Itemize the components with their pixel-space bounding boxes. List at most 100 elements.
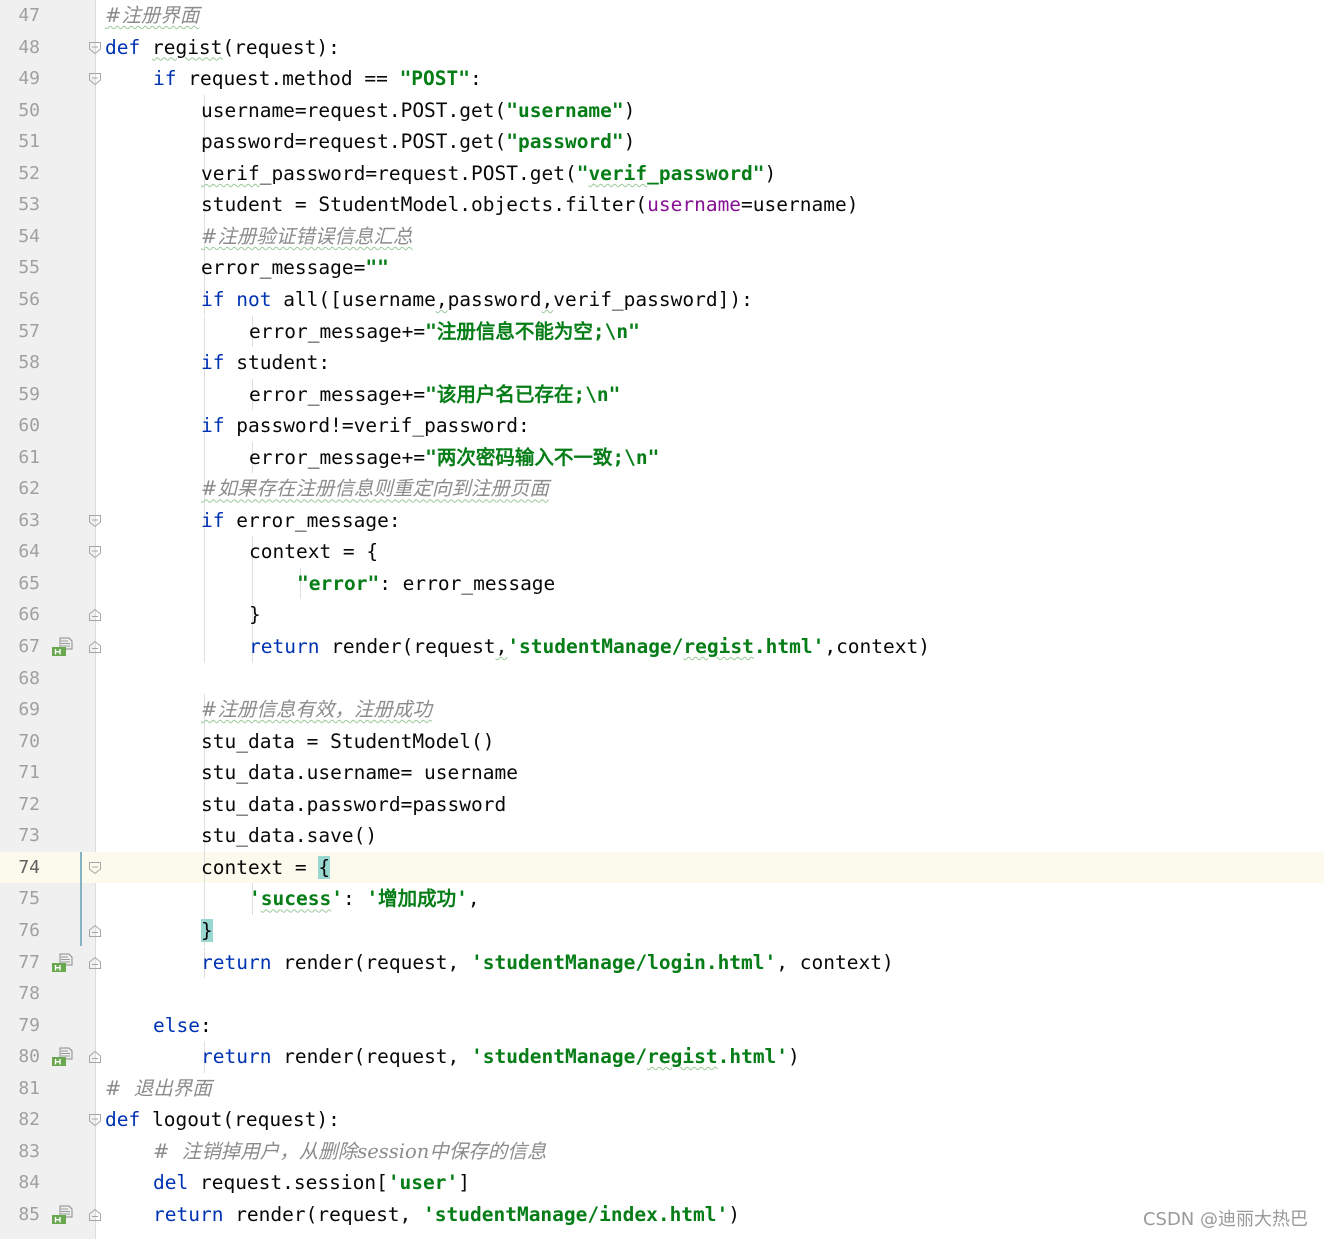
fold-open-icon[interactable] — [88, 1113, 102, 1127]
code-line[interactable]: 52 verif_password=request.POST.get("verif… — [0, 157, 1324, 190]
code-text[interactable]: error_message+="该用户名已存在;\n" — [249, 379, 620, 411]
fold-open-icon[interactable] — [88, 41, 102, 55]
code-line[interactable]: 55 error_message="" — [0, 252, 1324, 284]
code-text[interactable]: stu_data.username= username — [201, 757, 518, 789]
html-template-icon[interactable] — [51, 637, 73, 657]
code-text[interactable]: if password!=verif_password: — [201, 410, 530, 442]
code-text[interactable]: #注册信息有效，注册成功 — [201, 694, 432, 726]
fold-close-icon[interactable] — [88, 1208, 102, 1222]
gutter-cell[interactable]: 81 — [0, 1073, 95, 1105]
code-text[interactable]: if request.method == "POST": — [153, 63, 482, 95]
code-text[interactable]: 'sucess': '增加成功', — [249, 883, 480, 915]
fold-close-icon[interactable] — [88, 640, 102, 654]
code-text[interactable]: return render(request, 'studentManage/in… — [153, 1199, 740, 1231]
code-text[interactable]: stu_data.save() — [201, 820, 377, 852]
code-text[interactable]: } — [201, 915, 213, 947]
code-line[interactable]: 49 if request.method == "POST": — [0, 63, 1324, 95]
code-line[interactable]: 67 return render(request,'studentManage/r… — [0, 631, 1324, 663]
gutter-cell[interactable]: 61 — [0, 442, 95, 474]
fold-open-icon[interactable] — [88, 514, 102, 528]
gutter-cell[interactable]: 59 — [0, 379, 95, 411]
code-line[interactable]: 78 — [0, 978, 1324, 1010]
fold-close-icon[interactable] — [88, 1050, 102, 1064]
code-line[interactable]: 80 return render(request, 'studentManage/… — [0, 1041, 1324, 1073]
code-text[interactable]: } — [249, 599, 261, 631]
code-line[interactable]: 77 return render(request, 'studentManage/… — [0, 946, 1324, 979]
gutter-cell[interactable]: 63 — [0, 505, 101, 537]
code-line[interactable]: 60 if password!=verif_password: — [0, 410, 1324, 442]
code-text[interactable]: if student: — [201, 347, 330, 379]
gutter-cell[interactable]: 62 — [0, 473, 95, 505]
gutter-cell[interactable]: 69 — [0, 694, 95, 726]
code-line[interactable]: 50 username=request.POST.get("username") — [0, 94, 1324, 127]
code-text[interactable]: return render(request, 'studentManage/lo… — [201, 947, 894, 979]
fold-open-icon[interactable] — [88, 545, 102, 559]
code-line[interactable]: 56 if not all([username,password,verif_pa… — [0, 283, 1324, 316]
code-line[interactable]: 82 def logout(request): — [0, 1104, 1324, 1136]
html-template-icon[interactable] — [51, 1205, 73, 1225]
code-text[interactable]: if error_message: — [201, 505, 401, 537]
gutter-cell[interactable]: 60 — [0, 410, 95, 442]
code-line[interactable]: 64 context = { — [0, 536, 1324, 568]
code-text[interactable]: else: — [153, 1010, 212, 1042]
code-line[interactable]: 48 def regist(request): — [0, 32, 1324, 64]
fold-open-icon[interactable] — [88, 861, 102, 875]
gutter-cell[interactable]: 85 — [0, 1199, 101, 1231]
gutter-cell[interactable]: 48 — [0, 32, 101, 64]
gutter-cell[interactable]: 65 — [0, 568, 95, 600]
code-text[interactable]: # 退出界面 — [105, 1073, 212, 1105]
code-text[interactable]: #注册界面 — [105, 0, 199, 32]
gutter-cell[interactable]: 53 — [0, 189, 95, 221]
code-line[interactable]: 57 error_message+="注册信息不能为空;\n" — [0, 315, 1324, 348]
gutter-cell[interactable]: 64 — [0, 536, 101, 568]
gutter-cell[interactable]: 57 — [0, 316, 95, 348]
gutter-cell[interactable]: 83 — [0, 1136, 95, 1168]
gutter-cell[interactable]: 71 — [0, 757, 95, 789]
code-text[interactable]: error_message+="两次密码输入不一致;\n" — [249, 442, 659, 474]
code-text[interactable]: #注册验证错误信息汇总 — [201, 221, 412, 253]
code-text[interactable]: stu_data = StudentModel() — [201, 726, 495, 758]
code-text[interactable]: username=request.POST.get("username") — [201, 95, 635, 127]
code-text[interactable]: return render(request,'studentManage/reg… — [249, 631, 930, 663]
code-text[interactable]: "error": error_message — [297, 568, 555, 600]
code-line[interactable]: 59 error_message+="该用户名已存在;\n" — [0, 378, 1324, 411]
gutter-cell[interactable]: 73 — [0, 820, 95, 852]
code-text[interactable]: #如果存在注册信息则重定向到注册页面 — [201, 473, 549, 505]
code-line[interactable]: 51 password=request.POST.get("password") — [0, 126, 1324, 158]
code-editor[interactable]: 47 #注册界面 48 def regist(request): 49 if reques… — [0, 0, 1324, 1239]
code-text[interactable]: student = StudentModel.objects.filter(us… — [201, 189, 858, 221]
gutter-cell[interactable]: 49 — [0, 63, 101, 95]
gutter-cell[interactable]: 50 — [0, 95, 95, 127]
code-line[interactable]: 69 #注册信息有效，注册成功 — [0, 694, 1324, 726]
code-area[interactable]: 47 #注册界面 48 def regist(request): 49 if reques… — [0, 0, 1324, 1239]
html-template-icon[interactable] — [51, 1047, 73, 1067]
code-line[interactable]: 85 return render(request, 'studentManage/… — [0, 1199, 1324, 1231]
code-line[interactable]: 76} — [0, 914, 1324, 947]
code-text[interactable]: error_message+="注册信息不能为空;\n" — [249, 316, 640, 348]
code-line[interactable]: 53 student = StudentModel.objects.filter(… — [0, 189, 1324, 221]
code-text[interactable]: context = { — [249, 536, 378, 568]
gutter-cell[interactable]: 70 — [0, 726, 95, 758]
code-text[interactable]: error_message="" — [201, 252, 389, 284]
code-line[interactable]: 66} — [0, 599, 1324, 631]
code-line[interactable]: 47 #注册界面 — [0, 0, 1324, 32]
gutter-cell[interactable]: 78 — [0, 978, 95, 1010]
fold-close-icon[interactable] — [88, 956, 102, 970]
code-text[interactable]: verif_password=request.POST.get("verif_p… — [201, 158, 776, 190]
code-text[interactable]: stu_data.password=password — [201, 789, 506, 821]
html-template-icon[interactable] — [51, 953, 73, 973]
code-line[interactable]: 83 # 注销掉用户，从删除session中保存的信息 — [0, 1136, 1324, 1168]
gutter-cell[interactable]: 68 — [0, 663, 95, 695]
code-line[interactable]: 65 "error": error_message — [0, 567, 1324, 600]
gutter-cell[interactable]: 79 — [0, 1010, 95, 1042]
fold-close-icon[interactable] — [88, 924, 102, 938]
vcs-change-marker[interactable] — [80, 851, 82, 947]
code-line[interactable]: 73 stu_data.save() — [0, 820, 1324, 852]
gutter-cell[interactable]: 54 — [0, 221, 95, 253]
code-line[interactable]: 75 'sucess': '增加成功', — [0, 883, 1324, 915]
code-text[interactable]: if not all([username,password,verif_pass… — [201, 284, 753, 316]
code-line[interactable]: 79 else: — [0, 1010, 1324, 1042]
gutter-cell[interactable]: 55 — [0, 252, 95, 284]
gutter-cell[interactable]: 80 — [0, 1041, 101, 1073]
code-text[interactable]: # 注销掉用户，从删除session中保存的信息 — [153, 1136, 546, 1168]
